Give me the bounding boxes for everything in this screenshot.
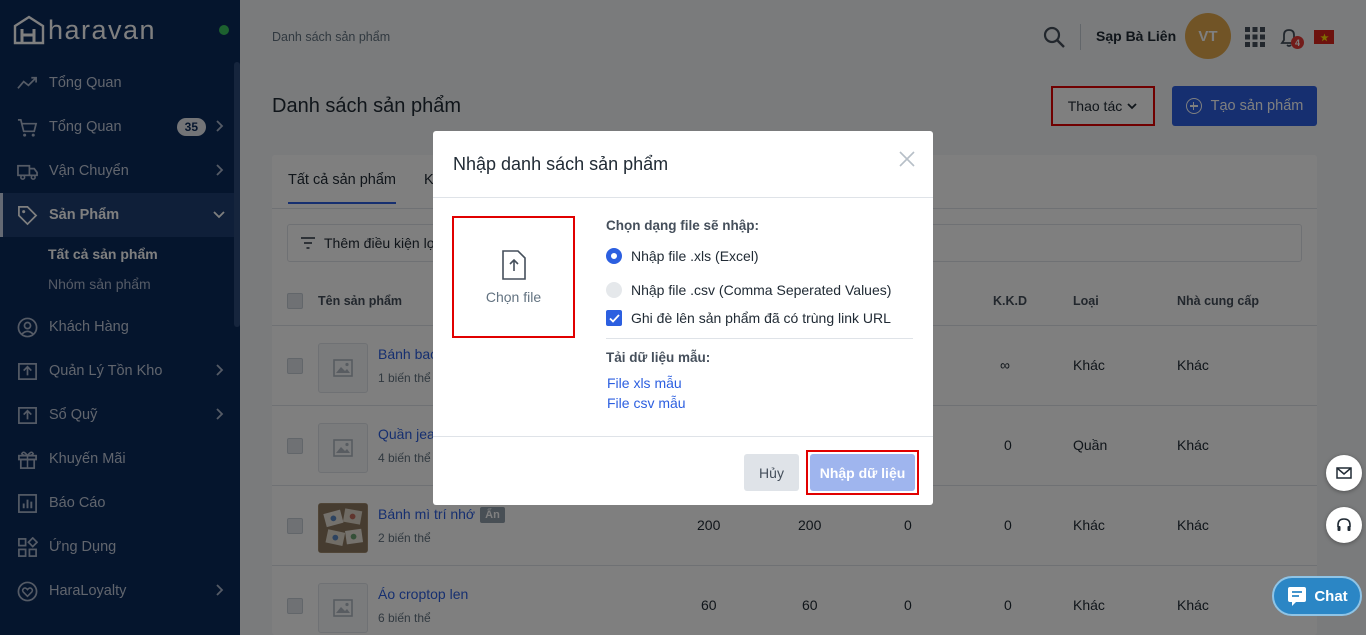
modal-footer: Hủy Nhập dữ liệu [433, 436, 933, 505]
radio-xls[interactable] [606, 248, 622, 264]
choose-file-button[interactable]: Chọn file [452, 216, 575, 338]
options-divider [606, 338, 913, 339]
modal-title: Nhập danh sách sản phẩm [453, 154, 669, 174]
mail-icon [1336, 467, 1352, 479]
choose-file-label: Chọn file [485, 289, 542, 305]
option-csv-label: Nhập file .csv (Comma Seperated Values) [631, 282, 892, 298]
overwrite-checkbox[interactable] [606, 310, 622, 326]
sample-xls-link[interactable]: File xls mẫu [607, 373, 913, 393]
import-options: Chọn dạng file sẽ nhập: Nhập file .xls (… [606, 218, 913, 413]
phone-support-button[interactable] [1326, 507, 1362, 543]
option-overwrite[interactable]: Ghi đè lên sản phẩm đã có trùng link URL [606, 308, 913, 328]
headset-icon [1337, 518, 1351, 531]
option-xls-label: Nhập file .xls (Excel) [631, 248, 759, 264]
option-xls[interactable]: Nhập file .xls (Excel) [606, 246, 913, 266]
format-title: Chọn dạng file sẽ nhập: [606, 218, 760, 233]
modal-header: Nhập danh sách sản phẩm [433, 131, 933, 198]
chat-label: Chat [1314, 587, 1348, 605]
sample-csv-link[interactable]: File csv mẫu [607, 393, 913, 413]
import-products-modal: Nhập danh sách sản phẩm Chọn file Chọn d… [433, 131, 933, 505]
email-support-button[interactable] [1326, 455, 1362, 491]
overwrite-label: Ghi đè lên sản phẩm đã có trùng link URL [631, 310, 891, 326]
cancel-button[interactable]: Hủy [744, 454, 799, 491]
sample-title: Tải dữ liệu mẫu: [606, 350, 711, 365]
chat-button[interactable]: Chat [1272, 576, 1362, 616]
checkmark-icon [608, 313, 620, 323]
chat-bubble-icon [1288, 587, 1307, 606]
close-icon[interactable] [899, 151, 915, 167]
radio-csv[interactable] [606, 282, 622, 298]
import-data-label: Nhập dữ liệu [810, 454, 915, 491]
import-data-button[interactable]: Nhập dữ liệu [806, 450, 919, 495]
file-upload-icon [501, 250, 526, 280]
option-csv[interactable]: Nhập file .csv (Comma Seperated Values) [606, 280, 913, 300]
